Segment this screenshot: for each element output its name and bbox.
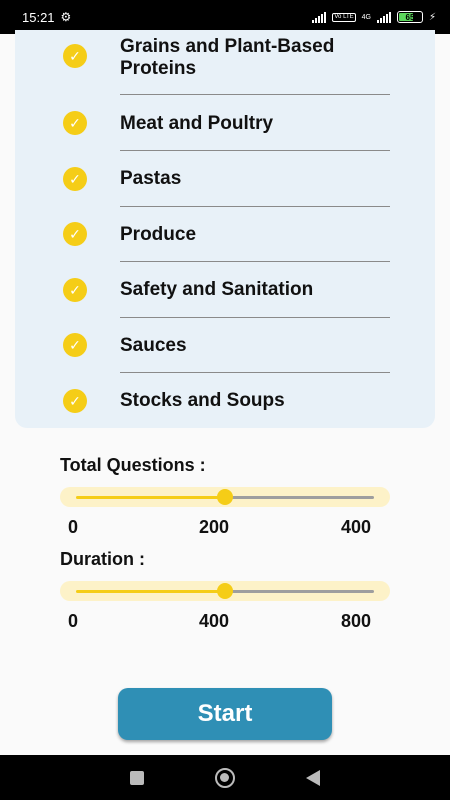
check-circle-icon[interactable]: ✓ [63, 278, 87, 302]
divider [120, 150, 390, 151]
charging-icon: ⚡ [428, 11, 436, 23]
divider [120, 261, 390, 262]
category-label: Sauces [120, 335, 187, 356]
total-questions-label: Total Questions : [60, 455, 206, 475]
slider-active-track [76, 589, 225, 593]
total-questions-min: 0 [68, 517, 79, 537]
cell-signal-icon [376, 11, 391, 23]
category-label: Pastas [120, 168, 182, 189]
gear-icon: ⚙ [60, 10, 72, 24]
category-label: Safety and Sanitation [120, 279, 314, 300]
divider [120, 94, 390, 95]
divider [120, 372, 390, 373]
circle-icon[interactable] [214, 767, 235, 788]
divider [120, 206, 390, 207]
network-type: 4G [361, 13, 371, 21]
total-questions-max: 400 [341, 517, 372, 537]
check-circle-icon[interactable]: ✓ [63, 333, 87, 357]
slider-thumb[interactable] [217, 489, 233, 505]
check-circle-icon[interactable]: ✓ [63, 222, 87, 246]
triangle-back-icon[interactable] [305, 769, 320, 786]
square-icon[interactable] [130, 770, 145, 785]
duration-slider[interactable] [60, 581, 390, 601]
category-label: Grains and Plant-Based Proteins [120, 36, 335, 79]
status-time: 15:21 [22, 9, 55, 25]
divider [120, 317, 390, 318]
slider-inactive-track [225, 495, 374, 499]
wifi-signal-icon [312, 11, 327, 23]
check-circle-icon[interactable]: ✓ [63, 167, 87, 191]
battery-icon: 65 [396, 11, 423, 23]
check-circle-icon[interactable]: ✓ [63, 111, 87, 135]
battery-level: 65 [405, 12, 415, 22]
start-button[interactable]: Start [118, 688, 332, 740]
total-questions-slider[interactable] [60, 487, 390, 507]
status-left: 15:21 ⚙ [22, 10, 71, 25]
duration-mid: 400 [199, 611, 230, 631]
slider-thumb[interactable] [217, 583, 233, 599]
system-nav-bar [0, 755, 450, 800]
check-circle-icon[interactable]: ✓ [63, 389, 87, 413]
check-circle-icon[interactable]: ✓ [63, 44, 87, 68]
volte-tag: Vo LTE [332, 12, 356, 22]
category-label: Produce [120, 224, 197, 245]
slider-active-track [76, 495, 225, 499]
duration-max: 800 [341, 611, 372, 631]
slider-inactive-track [225, 589, 374, 593]
duration-label: Duration : [60, 549, 145, 569]
category-label: Meat and Poultry [120, 113, 274, 134]
status-right: Vo LTE 4G 65 ⚡ [312, 11, 436, 23]
status-bar: 15:21 ⚙ Vo LTE 4G 65 ⚡ [0, 0, 450, 34]
total-questions-mid: 200 [199, 517, 230, 537]
duration-min: 0 [68, 611, 79, 631]
category-label: Stocks and Soups [120, 390, 285, 411]
category-card: ✓ Grains and Plant-Based Proteins ✓ Meat… [15, 30, 435, 428]
